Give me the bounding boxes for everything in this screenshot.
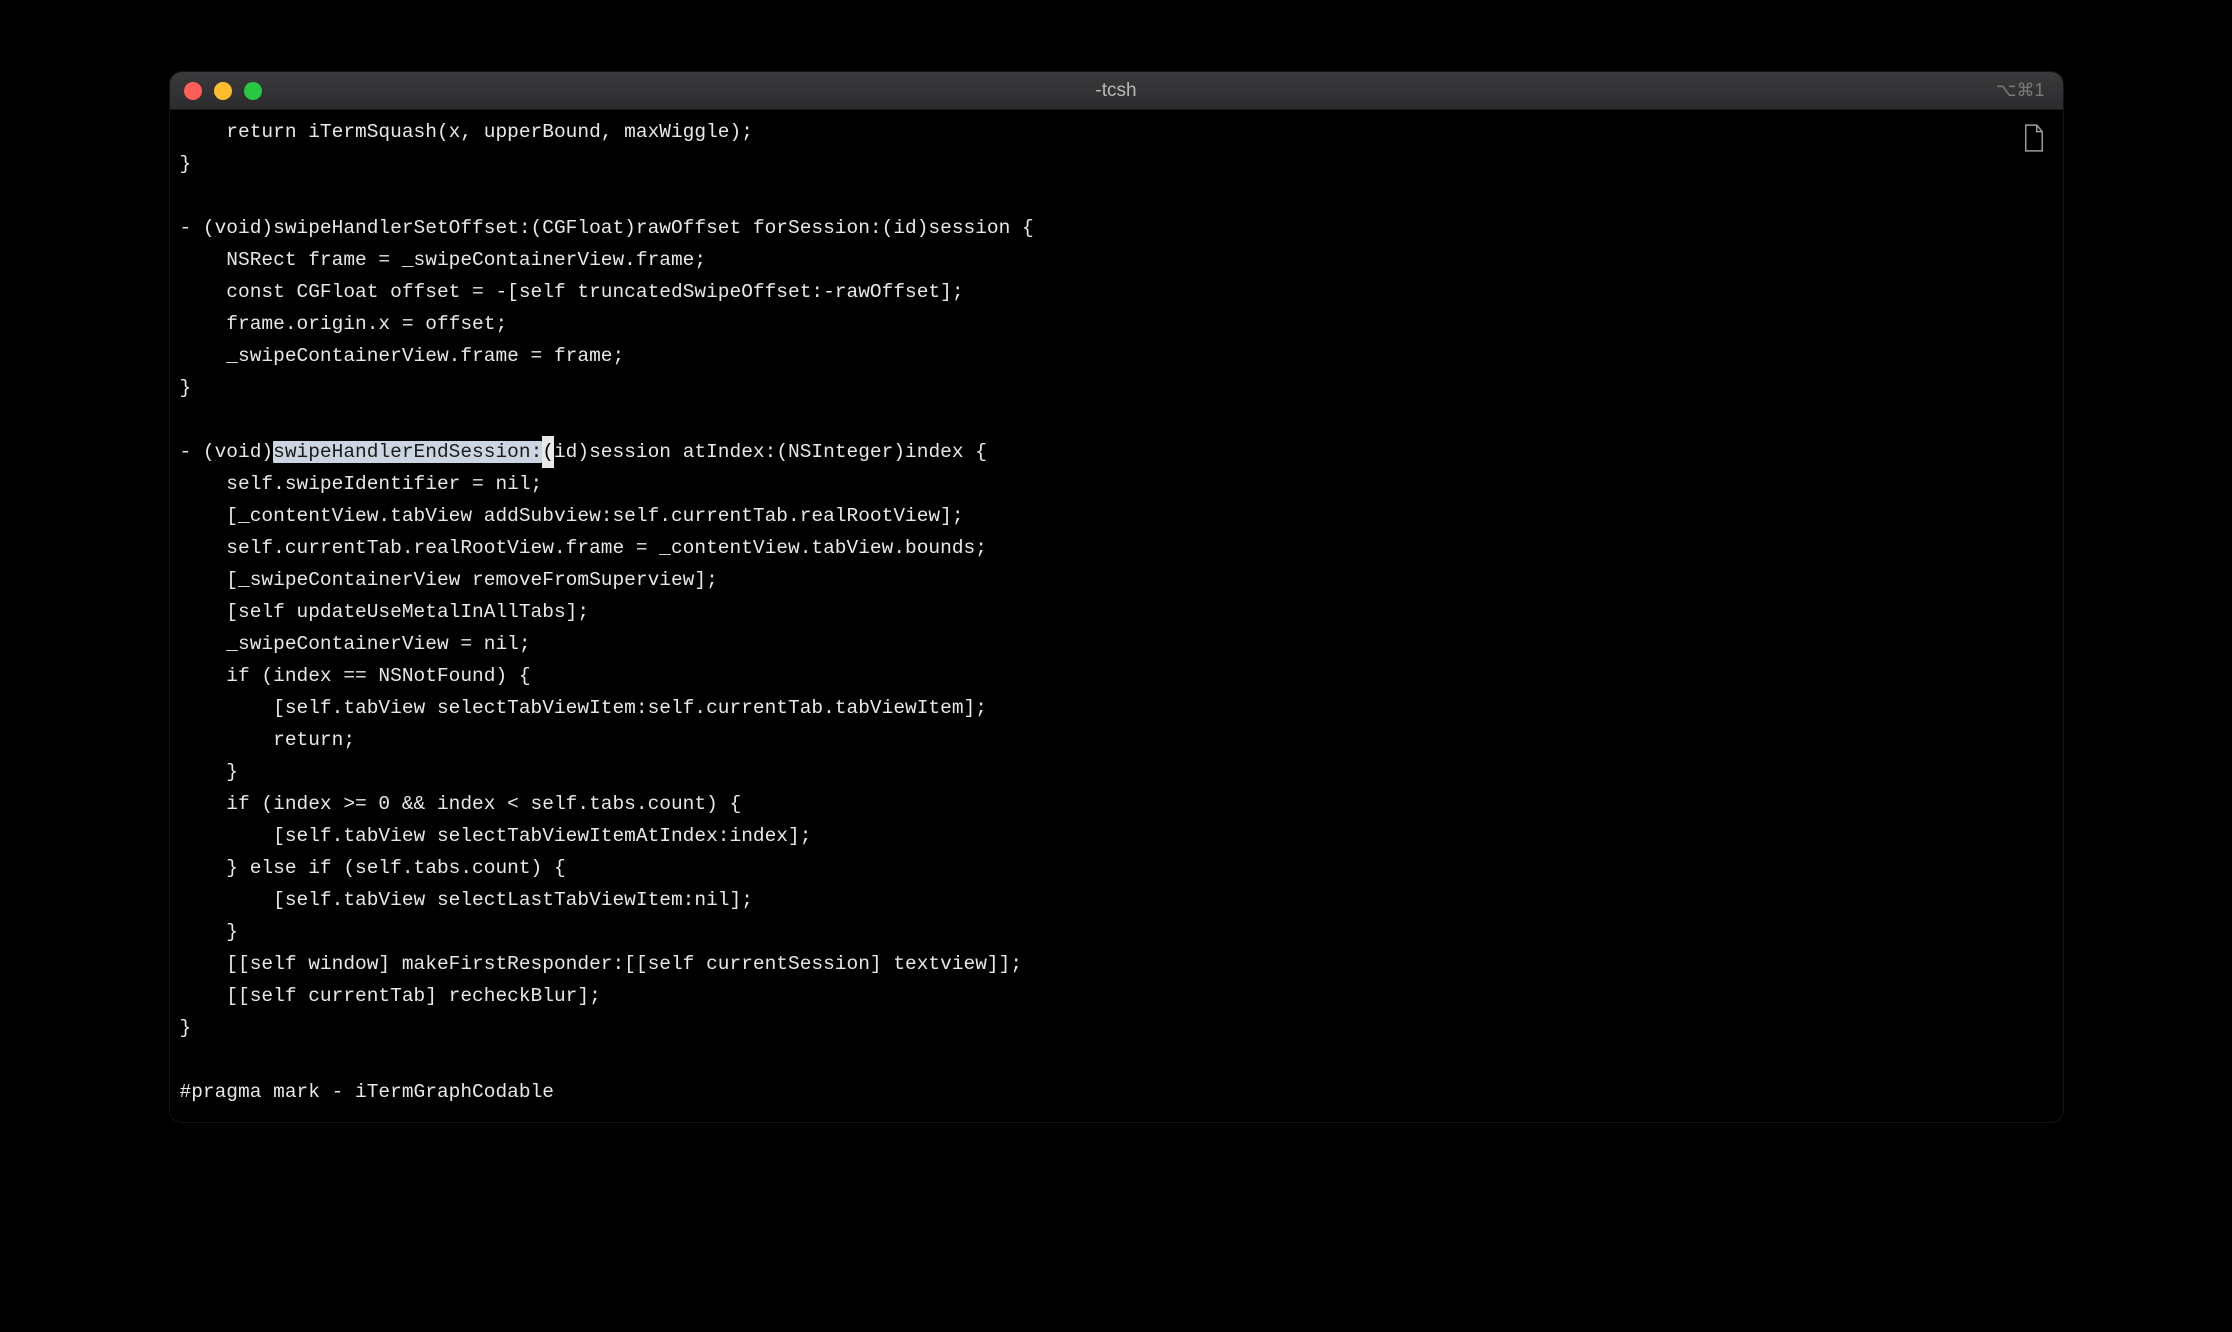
terminal-window: -tcsh ⌥⌘1 return iTermSquash(x, upperBou…	[170, 72, 2063, 1122]
document-icon[interactable]	[2023, 124, 2045, 152]
titlebar[interactable]: -tcsh ⌥⌘1	[170, 72, 2063, 110]
code-text[interactable]: return iTermSquash(x, upperBound, maxWig…	[180, 116, 2053, 1108]
code-before-highlight: return iTermSquash(x, upperBound, maxWig…	[180, 121, 1034, 463]
window-title: -tcsh	[170, 80, 2063, 102]
code-after-highlight: id)session atIndex:(NSInteger)index { se…	[180, 441, 1023, 1103]
keyboard-shortcut-hint: ⌥⌘1	[1996, 80, 2045, 101]
search-highlight: swipeHandlerEndSession:	[273, 441, 542, 463]
terminal-content[interactable]: return iTermSquash(x, upperBound, maxWig…	[170, 110, 2063, 1122]
text-cursor: (	[542, 436, 554, 468]
